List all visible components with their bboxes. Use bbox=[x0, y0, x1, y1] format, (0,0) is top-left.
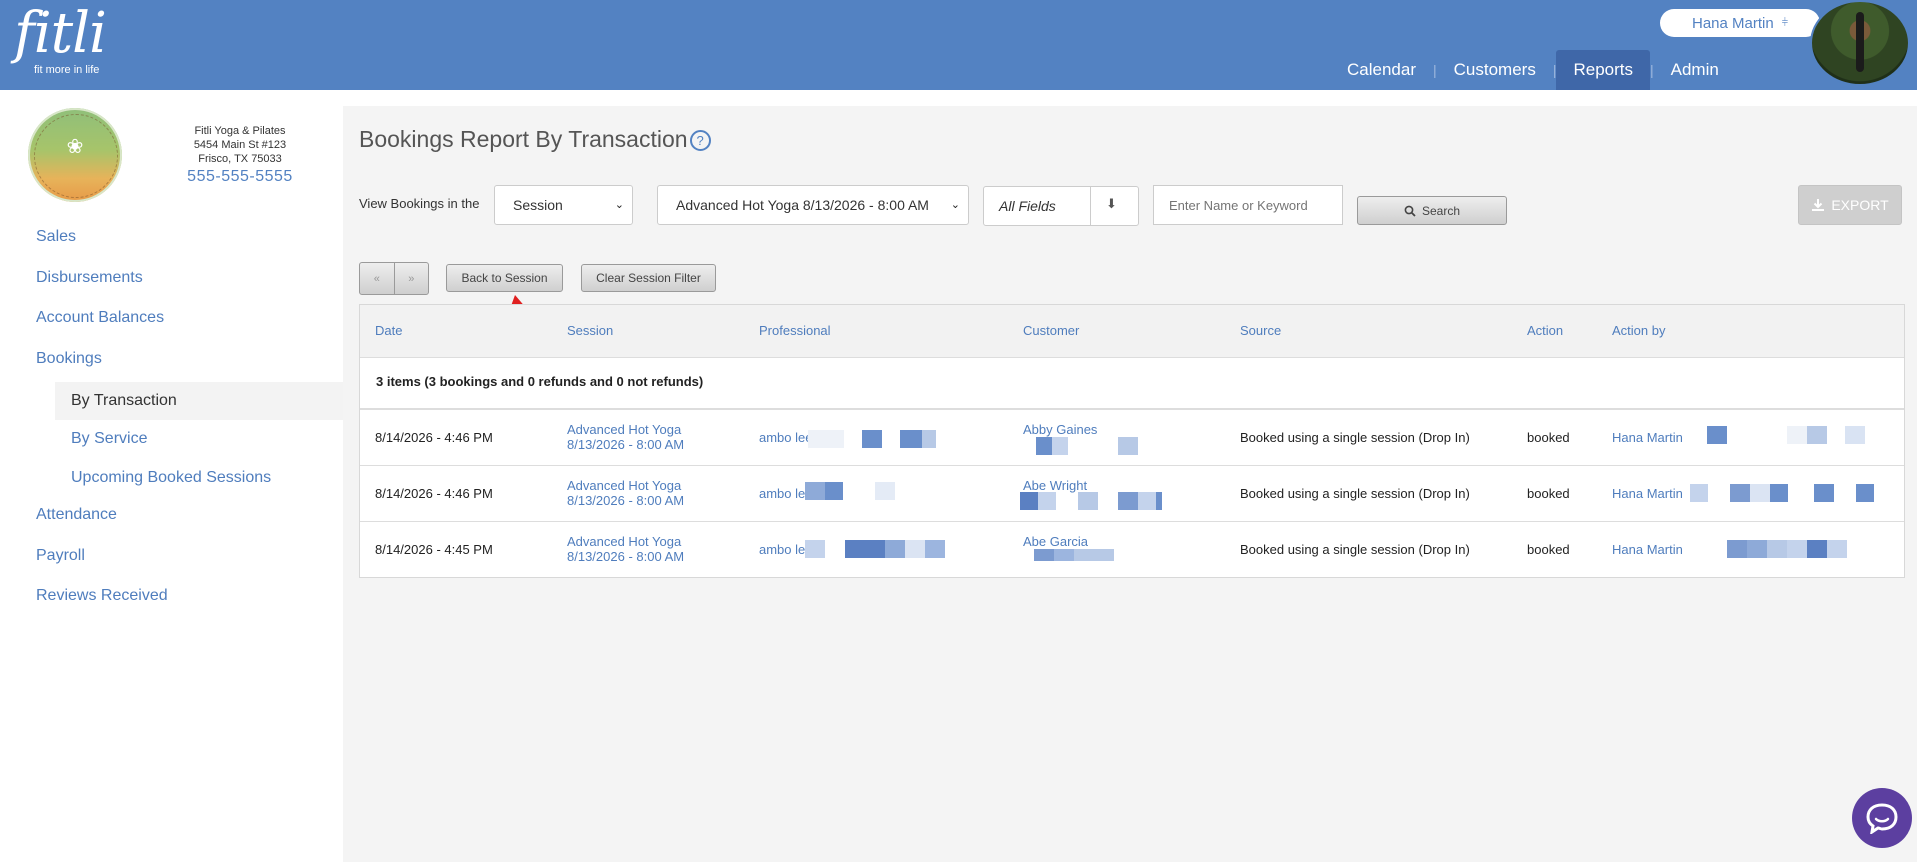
column-header-professional[interactable]: Professional bbox=[759, 323, 831, 338]
page-title-text: Bookings Report By Transaction bbox=[359, 126, 688, 152]
double-chevron-down-icon[interactable]: ⬇ bbox=[1106, 196, 1117, 212]
cell-date: 8/14/2026 - 4:46 PM bbox=[375, 486, 493, 501]
sidebar-item-bookings[interactable]: Bookings bbox=[36, 350, 102, 368]
sidebar-item-account-balances[interactable]: Account Balances bbox=[36, 309, 164, 327]
keyword-input[interactable] bbox=[1153, 185, 1343, 225]
cell-session[interactable]: Advanced Hot Yoga 8/13/2026 - 8:00 AM bbox=[567, 478, 684, 508]
nav-calendar[interactable]: Calendar bbox=[1330, 50, 1433, 90]
scope-select[interactable]: Session ⌄ bbox=[494, 185, 633, 225]
logo-tagline: fit more in life bbox=[34, 64, 100, 76]
sidebar-item-reviews-received[interactable]: Reviews Received bbox=[36, 587, 168, 605]
session-name: Advanced Hot Yoga bbox=[567, 534, 682, 549]
table-row: 8/14/2026 - 4:46 PM Advanced Hot Yoga 8/… bbox=[360, 466, 1904, 522]
filter-label: View Bookings in the bbox=[359, 196, 480, 211]
fields-select-value: All Fields bbox=[999, 198, 1056, 214]
studio-logo: ❀ bbox=[28, 108, 122, 202]
column-header-action-by[interactable]: Action by bbox=[1612, 323, 1665, 338]
scope-select-value: Session bbox=[513, 197, 563, 213]
chat-button[interactable] bbox=[1852, 788, 1912, 848]
table-row: 8/14/2026 - 4:46 PM Advanced Hot Yoga 8/… bbox=[360, 410, 1904, 466]
cell-source: Booked using a single session (Drop In) bbox=[1240, 542, 1470, 557]
nav-customers[interactable]: Customers bbox=[1437, 50, 1553, 90]
chevron-down-icon: ⫩ bbox=[1781, 16, 1789, 29]
session-time: 8/13/2026 - 8:00 AM bbox=[567, 493, 685, 508]
search-icon bbox=[1404, 205, 1416, 217]
search-button-label: Search bbox=[1421, 203, 1461, 218]
help-icon[interactable]: ? bbox=[689, 130, 711, 152]
table-header: Date Session Professional Customer Sourc… bbox=[360, 305, 1904, 358]
session-time: 8/13/2026 - 8:00 AM bbox=[567, 437, 685, 452]
chevron-down-icon: ⌄ bbox=[950, 199, 960, 211]
fields-select[interactable]: All Fields ⬇ bbox=[983, 186, 1139, 226]
sidebar-item-disbursements[interactable]: Disbursements bbox=[36, 269, 143, 287]
user-name: Hana Martin bbox=[1691, 14, 1774, 32]
sidebar-sub-by-service[interactable]: By Service bbox=[55, 420, 343, 458]
download-icon bbox=[1812, 199, 1825, 211]
cell-action-by[interactable]: Hana Martin bbox=[1612, 430, 1683, 445]
sidebar-item-sales[interactable]: Sales bbox=[36, 228, 76, 246]
cell-source: Booked using a single session (Drop In) bbox=[1240, 486, 1470, 501]
column-header-date[interactable]: Date bbox=[375, 323, 402, 338]
clear-session-filter-button[interactable]: Clear Session Filter bbox=[581, 264, 716, 292]
cell-action-by[interactable]: Hana Martin bbox=[1612, 542, 1683, 557]
pager: « » bbox=[359, 262, 429, 295]
column-header-action[interactable]: Action bbox=[1527, 323, 1563, 338]
cell-customer[interactable]: Abe Garcia bbox=[1023, 534, 1088, 549]
cell-action: booked bbox=[1527, 430, 1570, 445]
lotus-icon: ❀ bbox=[66, 136, 84, 158]
nav-admin[interactable]: Admin bbox=[1654, 50, 1736, 90]
column-header-session[interactable]: Session bbox=[567, 323, 613, 338]
bookings-table: Date Session Professional Customer Sourc… bbox=[359, 304, 1905, 578]
main-nav: Calendar | Customers | Reports | Admin bbox=[1330, 50, 1736, 90]
chevron-down-icon: ⌄ bbox=[614, 199, 624, 211]
main-content: Bookings Report By Transaction? View Boo… bbox=[343, 106, 1917, 862]
sidebar: ❀ Fitli Yoga & Pilates 5454 Main St #123… bbox=[0, 90, 343, 862]
studio-address-line1: 5454 Main St #123 bbox=[193, 139, 287, 151]
prev-page-button[interactable]: « bbox=[360, 263, 394, 294]
logo-word: fitli bbox=[14, 1, 107, 66]
export-button[interactable]: EXPORT bbox=[1798, 185, 1902, 225]
studio-name: Fitli Yoga & Pilates bbox=[194, 125, 286, 137]
back-to-session-button[interactable]: Back to Session bbox=[446, 264, 563, 292]
fitli-logo[interactable]: fitli fit more in life bbox=[14, 1, 107, 77]
cell-customer[interactable]: Abby Gaines bbox=[1023, 422, 1097, 437]
cell-date: 8/14/2026 - 4:46 PM bbox=[375, 430, 493, 445]
session-select-value: Advanced Hot Yoga 8/13/2026 - 8:00 AM bbox=[676, 197, 929, 213]
cell-action-by[interactable]: Hana Martin bbox=[1612, 486, 1683, 501]
search-button[interactable]: Search bbox=[1357, 196, 1507, 225]
nav-reports[interactable]: Reports bbox=[1556, 50, 1650, 90]
studio-phone[interactable]: 555-555-5555 bbox=[160, 169, 320, 185]
sidebar-sub-by-transaction[interactable]: By Transaction bbox=[55, 382, 343, 420]
cell-action: booked bbox=[1527, 542, 1570, 557]
summary-text: 3 items (3 bookings and 0 refunds and 0 … bbox=[376, 374, 704, 389]
session-time: 8/13/2026 - 8:00 AM bbox=[567, 549, 685, 564]
cell-professional[interactable]: ambo lee bbox=[759, 430, 812, 445]
export-button-label: EXPORT bbox=[1831, 197, 1889, 213]
avatar[interactable] bbox=[1810, 0, 1910, 86]
sidebar-sub-upcoming-booked-sessions[interactable]: Upcoming Booked Sessions bbox=[55, 459, 343, 497]
column-header-customer[interactable]: Customer bbox=[1023, 323, 1079, 338]
next-page-button[interactable]: » bbox=[393, 263, 429, 294]
sidebar-item-payroll[interactable]: Payroll bbox=[36, 547, 85, 565]
studio-info: Fitli Yoga & Pilates 5454 Main St #123 F… bbox=[160, 124, 320, 185]
table-summary: 3 items (3 bookings and 0 refunds and 0 … bbox=[360, 358, 1904, 410]
page-title: Bookings Report By Transaction? bbox=[359, 126, 711, 153]
top-header: fitli fit more in life Hana Martin ⫩ Cal… bbox=[0, 0, 1917, 90]
cell-session[interactable]: Advanced Hot Yoga 8/13/2026 - 8:00 AM bbox=[567, 534, 684, 564]
cell-session[interactable]: Advanced Hot Yoga 8/13/2026 - 8:00 AM bbox=[567, 422, 684, 452]
session-name: Advanced Hot Yoga bbox=[567, 422, 682, 437]
table-row: 8/14/2026 - 4:45 PM Advanced Hot Yoga 8/… bbox=[360, 522, 1904, 577]
studio-address-line2: Frisco, TX 75033 bbox=[198, 153, 282, 165]
cell-action: booked bbox=[1527, 486, 1570, 501]
user-menu[interactable]: Hana Martin ⫩ bbox=[1660, 9, 1820, 37]
cell-source: Booked using a single session (Drop In) bbox=[1240, 430, 1470, 445]
cell-date: 8/14/2026 - 4:45 PM bbox=[375, 542, 493, 557]
cell-customer[interactable]: Abe Wright bbox=[1023, 478, 1087, 493]
session-name: Advanced Hot Yoga bbox=[567, 478, 682, 493]
session-select[interactable]: Advanced Hot Yoga 8/13/2026 - 8:00 AM ⌄ bbox=[657, 185, 969, 225]
chat-bubble-icon bbox=[1866, 803, 1898, 834]
column-header-source[interactable]: Source bbox=[1240, 323, 1281, 338]
sidebar-item-attendance[interactable]: Attendance bbox=[36, 506, 117, 524]
